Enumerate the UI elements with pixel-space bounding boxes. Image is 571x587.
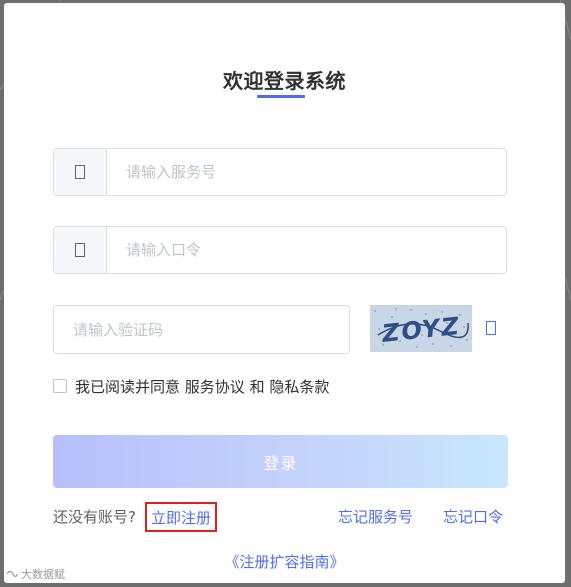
service-prepend [54, 149, 107, 195]
register-link[interactable]: 立即注册 [145, 502, 218, 532]
agreement-prefix: 我已阅读并同意 [75, 377, 185, 396]
box-icon [75, 243, 85, 257]
service-terms-link[interactable]: 服务协议 [185, 376, 245, 397]
captcha-input[interactable] [53, 305, 350, 354]
forgot-password-link[interactable]: 忘记口令 [443, 506, 503, 527]
privacy-terms-link[interactable]: 隐私条款 [269, 376, 329, 397]
box-icon [75, 165, 85, 179]
no-account-text: 还没有账号? [53, 508, 136, 526]
service-number-input[interactable] [107, 149, 506, 195]
page-title: 欢迎登录系统 [223, 69, 346, 93]
service-number-group [53, 148, 507, 196]
refresh-captcha-icon[interactable] [486, 321, 496, 335]
login-card: 欢迎登录系统 ZOYZ 我已阅读并同意 服务协议 和 [4, 3, 565, 583]
watermark-logo-icon [6, 570, 18, 578]
password-prepend [54, 227, 107, 273]
login-button[interactable]: 登录 [53, 435, 508, 488]
forgot-service-number-link[interactable]: 忘记服务号 [338, 506, 413, 527]
watermark: 大数据赋 [6, 566, 65, 582]
captcha-image[interactable]: ZOYZ [370, 305, 472, 352]
watermark-text: 大数据赋 [21, 568, 65, 581]
agreement-row: 我已阅读并同意 服务协议 和 隐私条款 [53, 375, 329, 397]
registration-guide-link[interactable]: 《注册扩容指南》 [4, 551, 565, 572]
title-underline [257, 95, 305, 98]
password-group [53, 226, 507, 274]
password-input[interactable] [107, 227, 506, 273]
agreement-conj: 和 [244, 377, 270, 396]
agreement-checkbox[interactable] [53, 379, 67, 393]
